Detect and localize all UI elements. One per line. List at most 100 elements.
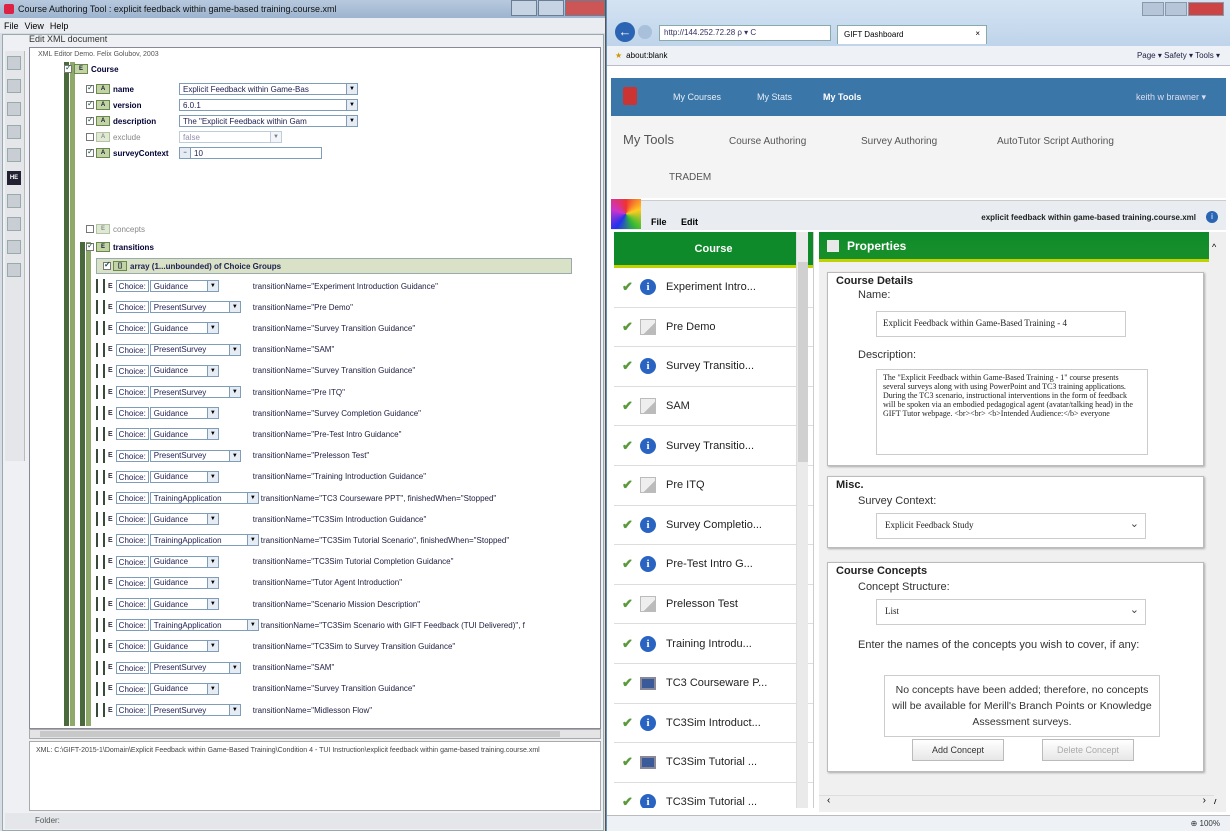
chevron-down-icon[interactable]: ▼ — [206, 365, 218, 376]
field-row-description[interactable]: Adescription The "Explicit Feedback withi… — [86, 114, 358, 128]
row-handle[interactable] — [96, 533, 105, 548]
chevron-down-icon[interactable]: ▼ — [346, 84, 357, 94]
tool-course-authoring[interactable]: Course Authoring — [729, 136, 806, 147]
favorite-item[interactable]: about:blank — [626, 51, 667, 60]
row-handle[interactable] — [96, 681, 105, 696]
choice-type-select[interactable]: Guidance ▼ — [149, 407, 219, 420]
choice-type-select[interactable]: Guidance ▼ — [149, 682, 219, 695]
choice-row[interactable]: E Choice: TrainingApplication ▼ transitionNa… — [96, 490, 496, 506]
field-row-surveyContext[interactable]: AsurveyContext −10 — [86, 146, 322, 160]
forward-icon[interactable] — [638, 25, 652, 39]
horizontal-scrollbar[interactable] — [29, 729, 601, 739]
chevron-down-icon[interactable]: ▼ — [206, 429, 218, 440]
choice-row[interactable]: E Choice: PresentSurvey ▼ transitionName="Pr… — [96, 448, 369, 464]
choice-row[interactable]: E Choice: Guidance ▼ transitionName="Tutor A… — [96, 575, 402, 591]
checkbox[interactable] — [103, 260, 111, 270]
nav-my-courses[interactable]: My Courses — [673, 92, 721, 102]
scroll-left-icon[interactable]: ‹ — [827, 795, 830, 806]
choice-type-select[interactable]: Guidance ▼ — [149, 640, 219, 653]
field-value[interactable]: 6.0.1 ▼ — [179, 99, 358, 111]
validate-icon[interactable] — [7, 240, 21, 254]
course-item[interactable]: ✔ Pre Demo — [614, 308, 813, 348]
chevron-down-icon[interactable]: ▼ — [206, 683, 218, 694]
course-item[interactable]: ✔ Prelesson Test — [614, 585, 813, 625]
row-handle[interactable] — [96, 427, 105, 442]
choice-row[interactable]: E Choice: Guidance ▼ transitionName="Survey … — [96, 681, 415, 697]
properties-hscrollbar[interactable]: ‹ › — [819, 795, 1214, 809]
properties-scrollbar[interactable]: ^ v — [1209, 232, 1226, 812]
checkbox[interactable] — [86, 83, 94, 93]
course-item[interactable]: ✔ i Pre-Test Intro G... — [614, 545, 813, 585]
row-handle[interactable] — [96, 660, 105, 675]
row-handle[interactable] — [96, 385, 105, 399]
chevron-down-icon[interactable]: ▼ — [228, 450, 240, 461]
zoom-out-icon[interactable] — [7, 217, 21, 231]
choice-row[interactable]: E Choice: Guidance ▼ transitionName="Pre-Tes… — [96, 426, 401, 442]
choice-type-select[interactable]: PresentSurvey ▼ — [149, 343, 241, 356]
choice-type-select[interactable]: TrainingApplication ▼ — [149, 619, 259, 632]
choice-type-select[interactable]: TrainingApplication ▼ — [149, 534, 259, 547]
tool-tradem[interactable]: TRADEM — [669, 172, 711, 183]
description-textarea[interactable]: The "Explicit Feedback within Game-Based… — [876, 369, 1148, 455]
row-handle[interactable] — [96, 321, 105, 336]
field-value[interactable]: The "Explicit Feedback within Gam ▼ — [179, 115, 358, 127]
choice-type-select[interactable]: Guidance ▼ — [149, 280, 219, 292]
choice-type-select[interactable]: Guidance ▼ — [149, 322, 219, 335]
field-value[interactable]: −10 — [179, 147, 322, 159]
field-value[interactable]: Explicit Feedback within Game-Bas ▼ — [179, 83, 358, 95]
menu-help[interactable]: Help — [50, 21, 69, 31]
choice-type-select[interactable]: PresentSurvey ▼ — [149, 301, 241, 314]
chevron-down-icon[interactable]: ▼ — [206, 641, 218, 652]
choice-row[interactable]: E Choice: PresentSurvey ▼ transitionName="Mi… — [96, 702, 372, 718]
choice-type-select[interactable]: TrainingApplication ▼ — [149, 492, 259, 504]
chevron-down-icon[interactable]: ▼ — [206, 471, 218, 482]
scroll-right-icon[interactable]: › — [1203, 795, 1206, 806]
maximize-button[interactable] — [1165, 2, 1187, 16]
chevron-down-icon[interactable]: ▼ — [228, 662, 240, 673]
chevron-down-icon[interactable]: ▼ — [346, 100, 357, 110]
editor-menu-edit[interactable]: Edit — [681, 217, 698, 227]
menu-file[interactable]: File — [4, 21, 19, 31]
array-node[interactable]: [] array (1...unbounded) of Choice Group… — [96, 258, 572, 274]
row-handle[interactable] — [96, 300, 105, 315]
user-menu[interactable]: keith w brawner ▾ — [1136, 92, 1206, 103]
choice-type-select[interactable]: Guidance ▼ — [149, 428, 219, 441]
chevron-down-icon[interactable]: ▼ — [246, 620, 258, 631]
tool-survey-authoring[interactable]: Survey Authoring — [861, 136, 937, 147]
course-item[interactable]: ✔ i Survey Transitio... — [614, 347, 813, 387]
chevron-down-icon[interactable]: ▼ — [246, 535, 258, 546]
choice-type-select[interactable]: Guidance ▼ — [149, 576, 219, 589]
checkbox[interactable] — [86, 225, 94, 233]
course-item[interactable]: ✔ i TC3Sim Tutorial ... — [614, 783, 813, 808]
chevron-down-icon[interactable]: ▼ — [206, 281, 218, 291]
row-handle[interactable] — [96, 363, 105, 378]
row-handle[interactable] — [96, 618, 105, 633]
choice-row[interactable]: E Choice: Guidance ▼ transitionName="Survey … — [96, 405, 421, 421]
chevron-down-icon[interactable]: ▼ — [206, 323, 218, 334]
chevron-down-icon[interactable]: ▼ — [206, 514, 218, 525]
chevron-down-icon[interactable]: ▼ — [228, 387, 240, 397]
chevron-down-icon[interactable]: ▼ — [270, 132, 281, 142]
address-bar[interactable]: http://144.252.72.28 ρ ▾ C — [659, 25, 831, 41]
row-handle[interactable] — [96, 512, 105, 527]
choice-row[interactable]: E Choice: Guidance ▼ transitionName="Experim… — [96, 278, 438, 294]
row-handle[interactable] — [96, 575, 105, 590]
row-handle[interactable] — [96, 491, 105, 505]
help-icon[interactable]: i — [1206, 211, 1218, 223]
zoom-in-icon[interactable] — [7, 194, 21, 208]
choice-type-select[interactable]: PresentSurvey ▼ — [149, 386, 241, 398]
hide-empty-icon[interactable]: HE — [7, 171, 21, 185]
choice-type-select[interactable]: Guidance ▼ — [149, 470, 219, 483]
survey-context-select[interactable]: Explicit Feedback Study ⌄ — [876, 513, 1146, 539]
nav-my-stats[interactable]: My Stats — [757, 92, 792, 102]
chevron-down-icon[interactable]: ▼ — [228, 302, 240, 313]
course-item[interactable]: ✔ i Experiment Intro... — [614, 268, 813, 308]
course-item[interactable]: ✔ Pre ITQ — [614, 466, 813, 506]
chevron-down-icon[interactable]: ▼ — [228, 705, 240, 715]
chevron-down-icon[interactable]: ▼ — [346, 116, 357, 126]
checkbox[interactable] — [86, 115, 94, 125]
row-handle[interactable] — [96, 448, 105, 463]
choice-row[interactable]: E Choice: TrainingApplication ▼ transitionNa… — [96, 617, 525, 633]
choice-row[interactable]: E Choice: Guidance ▼ transitionName="Survey … — [96, 363, 415, 379]
close-button[interactable] — [1188, 2, 1224, 16]
